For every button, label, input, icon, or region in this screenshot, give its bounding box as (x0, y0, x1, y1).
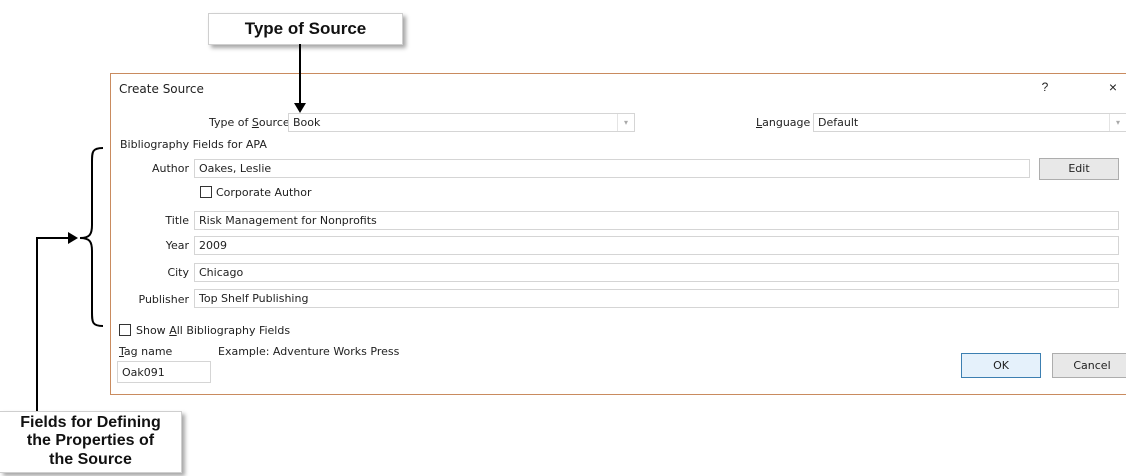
type-callout-arrowhead (294, 103, 306, 113)
fields-callout-arrow (36, 237, 70, 411)
fields-callout-arrowhead (68, 232, 78, 244)
annotation-overlay (36, 44, 306, 411)
fields-brace (79, 147, 104, 327)
